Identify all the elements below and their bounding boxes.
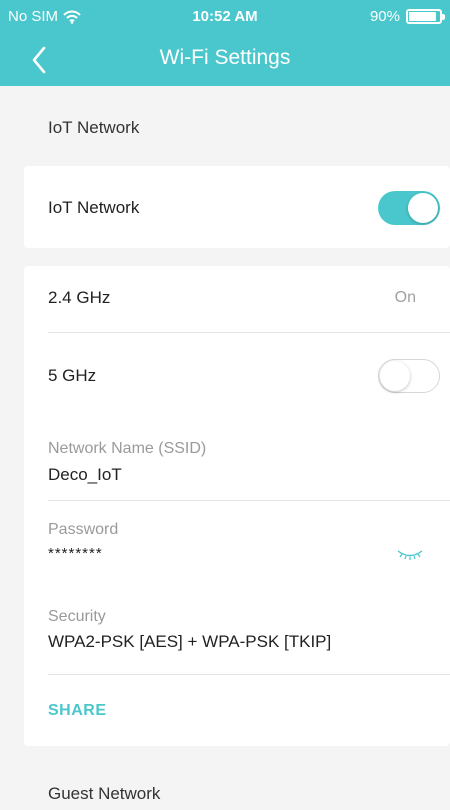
band-5-toggle[interactable] [378,359,440,393]
band-24-row[interactable]: 2.4 GHz On [24,266,450,332]
toggle-knob [380,361,410,391]
status-bar: No SIM 10:52 AM 90% [0,0,450,32]
status-right: 90% [369,8,445,25]
security-row[interactable]: Security WPA2-PSK [AES] + WPA-PSK [TKIP] [24,582,450,674]
iot-network-label: IoT Network [48,198,140,217]
eye-closed-icon[interactable] [396,546,424,562]
password-label: Password [48,521,119,538]
ssid-label: Network Name (SSID) [48,440,207,457]
security-label: Security [48,608,106,625]
toggle-knob [408,193,438,223]
band-24-label: 2.4 GHz [48,288,111,307]
ssid-row[interactable]: Network Name (SSID) Deco_IoT [24,408,450,498]
section-header-iot: IoT Network [48,118,140,137]
app-header: No SIM 10:52 AM 90% Wi-Fi Settings [0,0,450,86]
security-value: WPA2-PSK [AES] + WPA-PSK [TKIP] [48,632,332,651]
ssid-value: Deco_IoT [48,465,122,484]
share-button[interactable]: SHARE [48,702,107,720]
band-5-row: 5 GHz [24,332,450,408]
battery-percent: 90% [369,8,400,25]
iot-details-card: 2.4 GHz On 5 GHz Network Name (SSID) Dec… [24,266,450,746]
iot-network-toggle[interactable] [378,191,440,225]
divider [48,674,450,675]
section-header-guest: Guest Network [48,784,161,803]
page-title: Wi-Fi Settings [159,46,291,69]
battery-level-fill [409,12,436,21]
band-24-status: On [394,289,416,306]
band-5-label: 5 GHz [48,366,97,385]
battery-icon [406,9,445,24]
nav-bar: Wi-Fi Settings [0,32,450,86]
password-row[interactable]: Password ******** [24,500,450,582]
iot-toggle-card: IoT Network [24,166,450,248]
password-value: ******** [48,545,103,562]
